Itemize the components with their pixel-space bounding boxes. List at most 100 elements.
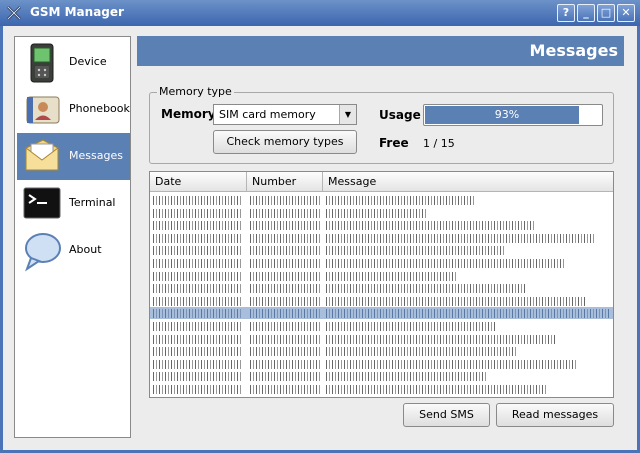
message-cell (326, 284, 526, 294)
date-cell (153, 271, 243, 281)
sidebar-item-label: Device (69, 55, 107, 68)
sidebar-item-device[interactable]: Device (17, 39, 130, 86)
usage-progress-text: 93% (494, 108, 520, 121)
terminal-icon (23, 187, 61, 219)
message-cell (326, 271, 456, 281)
memory-type-group-label: Memory type (157, 85, 234, 98)
message-cell (326, 296, 586, 306)
maximize-button[interactable]: □ (597, 4, 615, 22)
window-title: GSM Manager (30, 5, 124, 19)
sidebar: Device Phonebook Messages Terminal About (14, 36, 131, 438)
phonebook-icon (26, 96, 60, 124)
date-cell (153, 208, 243, 218)
page-title: Messages (529, 41, 618, 60)
message-cell (326, 347, 516, 357)
message-cell (326, 372, 486, 382)
column-header-date[interactable]: Date (150, 172, 247, 192)
usage-progress-bar: 93% (423, 104, 603, 126)
table-row[interactable] (150, 333, 613, 345)
date-cell (153, 322, 243, 331)
table-row[interactable] (150, 358, 613, 370)
check-memory-types-button[interactable]: Check memory types (213, 130, 357, 154)
help-button[interactable]: ? (557, 4, 575, 22)
date-cell (153, 296, 243, 306)
sidebar-item-terminal[interactable]: Terminal (17, 180, 130, 227)
date-cell (153, 221, 243, 231)
sidebar-item-label: Terminal (69, 196, 116, 209)
memory-select-value: SIM card memory (219, 108, 316, 121)
number-cell (250, 385, 320, 394)
date-cell (153, 372, 243, 382)
table-row[interactable] (150, 370, 613, 382)
date-cell (153, 347, 243, 357)
sidebar-item-about[interactable]: About (17, 227, 130, 274)
number-cell (250, 347, 320, 357)
sidebar-item-label: Phonebook (69, 102, 130, 115)
device-icon (30, 43, 54, 83)
about-icon (25, 233, 61, 272)
message-cell (326, 385, 546, 394)
number-cell (250, 246, 320, 256)
messages-table[interactable]: Date Number Message (149, 171, 614, 398)
memory-label: Memory (161, 107, 216, 121)
date-cell (153, 309, 243, 319)
number-cell (250, 296, 320, 306)
date-cell (153, 246, 243, 256)
send-sms-button[interactable]: Send SMS (403, 403, 490, 427)
usage-label: Usage (379, 108, 421, 122)
number-cell (250, 196, 320, 205)
column-header-message[interactable]: Message (323, 172, 613, 192)
table-row[interactable] (150, 257, 613, 269)
close-button[interactable]: ✕ (617, 4, 635, 22)
table-row[interactable] (150, 207, 613, 219)
app-icon (7, 6, 21, 20)
number-cell (250, 221, 320, 231)
number-cell (250, 208, 320, 218)
free-label: Free (379, 136, 409, 150)
message-cell (326, 334, 556, 344)
number-cell (250, 259, 320, 268)
message-cell (326, 196, 476, 205)
number-cell (250, 233, 320, 243)
message-cell (326, 233, 596, 243)
table-row[interactable] (150, 194, 613, 206)
table-row[interactable] (150, 383, 613, 395)
message-cell (326, 221, 536, 231)
table-row[interactable] (150, 282, 613, 294)
table-row[interactable] (150, 219, 613, 231)
date-cell (153, 196, 243, 205)
message-cell (326, 259, 566, 268)
table-row[interactable] (150, 295, 613, 307)
number-cell (250, 334, 320, 344)
table-row[interactable] (150, 320, 613, 332)
date-cell (153, 359, 243, 369)
number-cell (250, 359, 320, 369)
message-cell (326, 359, 576, 369)
table-row[interactable] (150, 307, 613, 320)
read-messages-button[interactable]: Read messages (496, 403, 614, 427)
message-cell (326, 309, 611, 319)
content-header: Messages (137, 36, 624, 66)
sidebar-item-phonebook[interactable]: Phonebook (17, 86, 130, 133)
number-cell (250, 309, 320, 319)
message-cell (326, 322, 496, 331)
free-value: 1 / 15 (423, 137, 455, 150)
table-row[interactable] (150, 244, 613, 256)
title-bar[interactable]: GSM Manager ? _ □ ✕ (0, 0, 640, 26)
number-cell (250, 284, 320, 294)
message-cell (326, 246, 506, 256)
date-cell (153, 259, 243, 268)
sidebar-item-messages[interactable]: Messages (17, 133, 130, 180)
minimize-button[interactable]: _ (577, 4, 595, 22)
sidebar-item-label: About (69, 243, 102, 256)
column-header-number[interactable]: Number (247, 172, 323, 192)
memory-select[interactable]: SIM card memory ▼ (213, 104, 357, 125)
table-row[interactable] (150, 232, 613, 244)
table-row[interactable] (150, 270, 613, 282)
number-cell (250, 271, 320, 281)
table-row[interactable] (150, 345, 613, 357)
date-cell (153, 284, 243, 294)
number-cell (250, 372, 320, 382)
chevron-down-icon[interactable]: ▼ (339, 105, 356, 124)
date-cell (153, 334, 243, 344)
